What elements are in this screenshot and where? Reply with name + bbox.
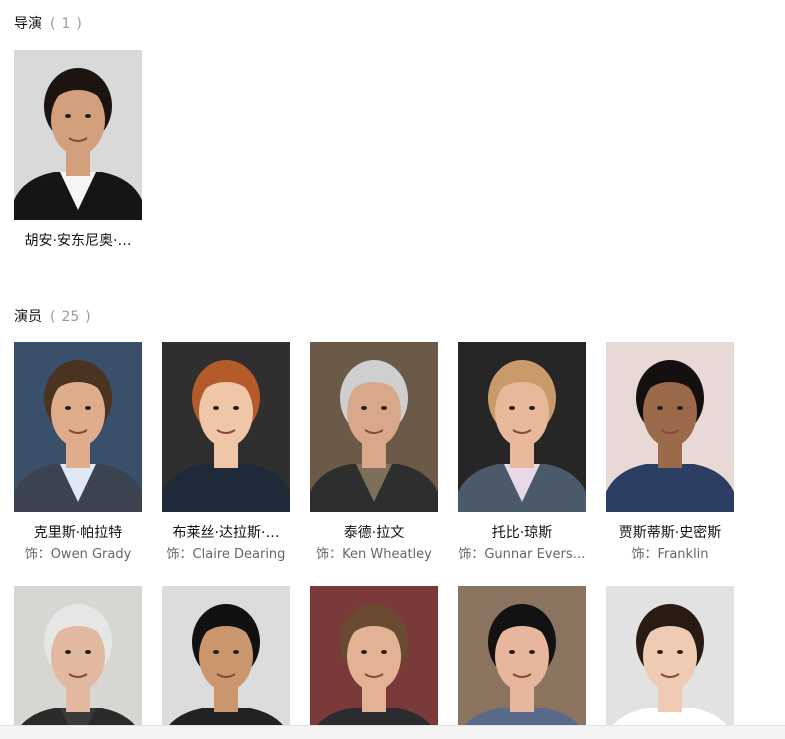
person-role: 饰：Gunnar Evers… — [458, 547, 586, 562]
portrait-graphic — [458, 586, 586, 739]
portrait-graphic — [606, 342, 734, 512]
person-photo[interactable] — [606, 586, 734, 739]
actors-title: 演员 — [14, 309, 42, 325]
person-photo[interactable] — [14, 50, 142, 220]
person-photo[interactable] — [458, 342, 586, 512]
directors-heading: 导演 (1) — [14, 15, 82, 33]
portrait-graphic — [14, 342, 142, 512]
person-name[interactable]: 布莱丝·达拉斯·… — [156, 524, 296, 542]
actors-heading: 演员 (25) — [14, 308, 91, 326]
person-photo[interactable] — [458, 586, 586, 739]
person-card[interactable]: 胡安·安东尼奥·… — [14, 50, 142, 250]
person-role: 饰：Claire Dearing — [166, 547, 286, 562]
person-card[interactable] — [14, 586, 142, 739]
person-photo[interactable] — [14, 342, 142, 512]
person-card[interactable] — [162, 586, 290, 739]
portrait-graphic — [14, 586, 142, 739]
portrait-graphic — [162, 342, 290, 512]
directors-count: (1) — [50, 16, 82, 32]
portrait-graphic — [162, 586, 290, 739]
person-card[interactable]: 布莱丝·达拉斯·… 饰：Claire Dearing — [162, 342, 290, 564]
portrait-graphic — [310, 342, 438, 512]
portrait-graphic — [14, 50, 142, 220]
directors-title: 导演 — [14, 16, 42, 32]
person-name[interactable]: 贾斯蒂斯·史密斯 — [600, 524, 740, 542]
person-card[interactable]: 泰德·拉文 饰：Ken Wheatley — [310, 342, 438, 564]
person-role: 饰：Ken Wheatley — [316, 547, 432, 562]
person-photo[interactable] — [310, 586, 438, 739]
person-name[interactable]: 胡安·安东尼奥·… — [8, 232, 148, 250]
person-name[interactable]: 泰德·拉文 — [304, 524, 444, 542]
portrait-graphic — [606, 586, 734, 739]
actors-count: (25) — [50, 309, 91, 325]
horizontal-scrollbar[interactable] — [0, 725, 785, 739]
person-photo[interactable] — [606, 342, 734, 512]
person-card[interactable]: 托比·琼斯 饰：Gunnar Evers… — [458, 342, 586, 564]
person-role: 饰：Owen Grady — [24, 547, 132, 562]
person-card[interactable] — [606, 586, 734, 739]
person-role: 饰：Franklin — [631, 547, 709, 562]
person-photo[interactable] — [310, 342, 438, 512]
cast-page: 导演 (1) 胡安·安东尼奥·… 演员 (25) 克里斯·帕拉特 饰：Owen Gra… — [0, 0, 785, 739]
person-name[interactable]: 克里斯·帕拉特 — [8, 524, 148, 542]
person-card[interactable] — [458, 586, 586, 739]
person-photo[interactable] — [162, 342, 290, 512]
person-card[interactable] — [310, 586, 438, 739]
person-photo[interactable] — [162, 586, 290, 739]
person-card[interactable]: 克里斯·帕拉特 饰：Owen Grady — [14, 342, 142, 564]
person-name[interactable]: 托比·琼斯 — [452, 524, 592, 542]
person-card[interactable]: 贾斯蒂斯·史密斯 饰：Franklin — [606, 342, 734, 564]
portrait-graphic — [458, 342, 586, 512]
portrait-graphic — [310, 586, 438, 739]
person-photo[interactable] — [14, 586, 142, 739]
